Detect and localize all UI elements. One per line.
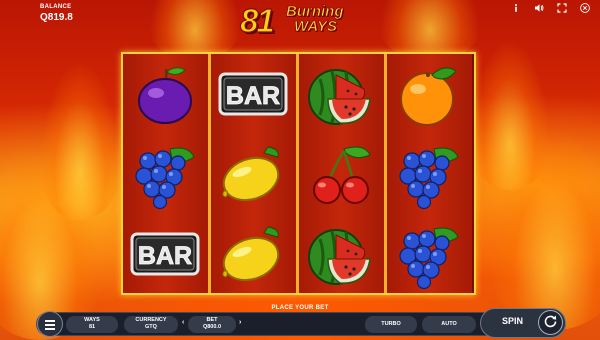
currency-value: GTQ — [145, 324, 157, 330]
spin-refresh-icon — [544, 315, 557, 328]
lemon-symbol — [211, 214, 296, 294]
auto-button[interactable]: AUTO — [422, 316, 476, 333]
turbo-label: TURBO — [381, 321, 401, 327]
menu-button[interactable] — [37, 311, 63, 337]
top-toolbar — [511, 3, 590, 13]
plum-symbol — [123, 54, 208, 134]
reel-2: BAR — [211, 54, 296, 293]
close-icon[interactable] — [580, 3, 590, 13]
ways-display: WAYS 81 — [66, 316, 118, 333]
bar-symbol-text: BAR — [226, 82, 280, 110]
ways-label: WAYS — [84, 317, 100, 323]
bet-display: BET Q800.0 — [188, 316, 236, 333]
lemon-symbol — [211, 134, 296, 214]
spin-label: SPIN — [502, 316, 524, 326]
fullscreen-icon[interactable] — [557, 3, 567, 13]
info-icon[interactable] — [511, 3, 521, 13]
bet-label: BET — [206, 317, 218, 323]
grapes-symbol — [387, 214, 472, 294]
currency-selector[interactable]: CURRENCY GTQ — [124, 316, 178, 333]
currency-label: CURRENCY — [135, 317, 167, 323]
bet-value: Q800.0 — [202, 324, 222, 330]
balance-value: Q819.8 — [40, 12, 73, 23]
balance-label: BALANCE — [40, 4, 72, 10]
logo-word-ways: WAYS — [294, 18, 338, 36]
bet-decrease-button[interactable]: ‹ — [182, 319, 184, 326]
balance-display: BALANCE Q819.8 — [40, 4, 73, 23]
watermelon-symbol — [299, 214, 384, 294]
auto-label: AUTO — [441, 321, 457, 327]
grapes-symbol — [123, 134, 208, 214]
grapes-symbol — [387, 134, 472, 214]
watermelon-symbol — [299, 54, 384, 134]
bar-symbol-text: BAR — [138, 242, 192, 270]
bar-symbol: BAR — [211, 54, 296, 134]
turbo-button[interactable]: TURBO — [365, 316, 417, 333]
game-logo: 81 Burning WAYS — [239, 1, 365, 40]
logo-number: 81 — [239, 1, 275, 39]
orange-symbol — [387, 54, 472, 134]
bet-increase-button[interactable]: › — [239, 319, 241, 326]
reel-1: BAR — [123, 54, 208, 293]
spin-button[interactable] — [538, 310, 563, 335]
reel-3 — [299, 54, 384, 293]
sound-icon[interactable] — [534, 3, 544, 13]
ways-value: 81 — [88, 324, 96, 330]
reel-grid: BAR BAR — [121, 52, 476, 295]
reel-4 — [387, 54, 472, 293]
bar-symbol: BAR — [123, 214, 208, 294]
cherries-symbol — [299, 134, 384, 214]
